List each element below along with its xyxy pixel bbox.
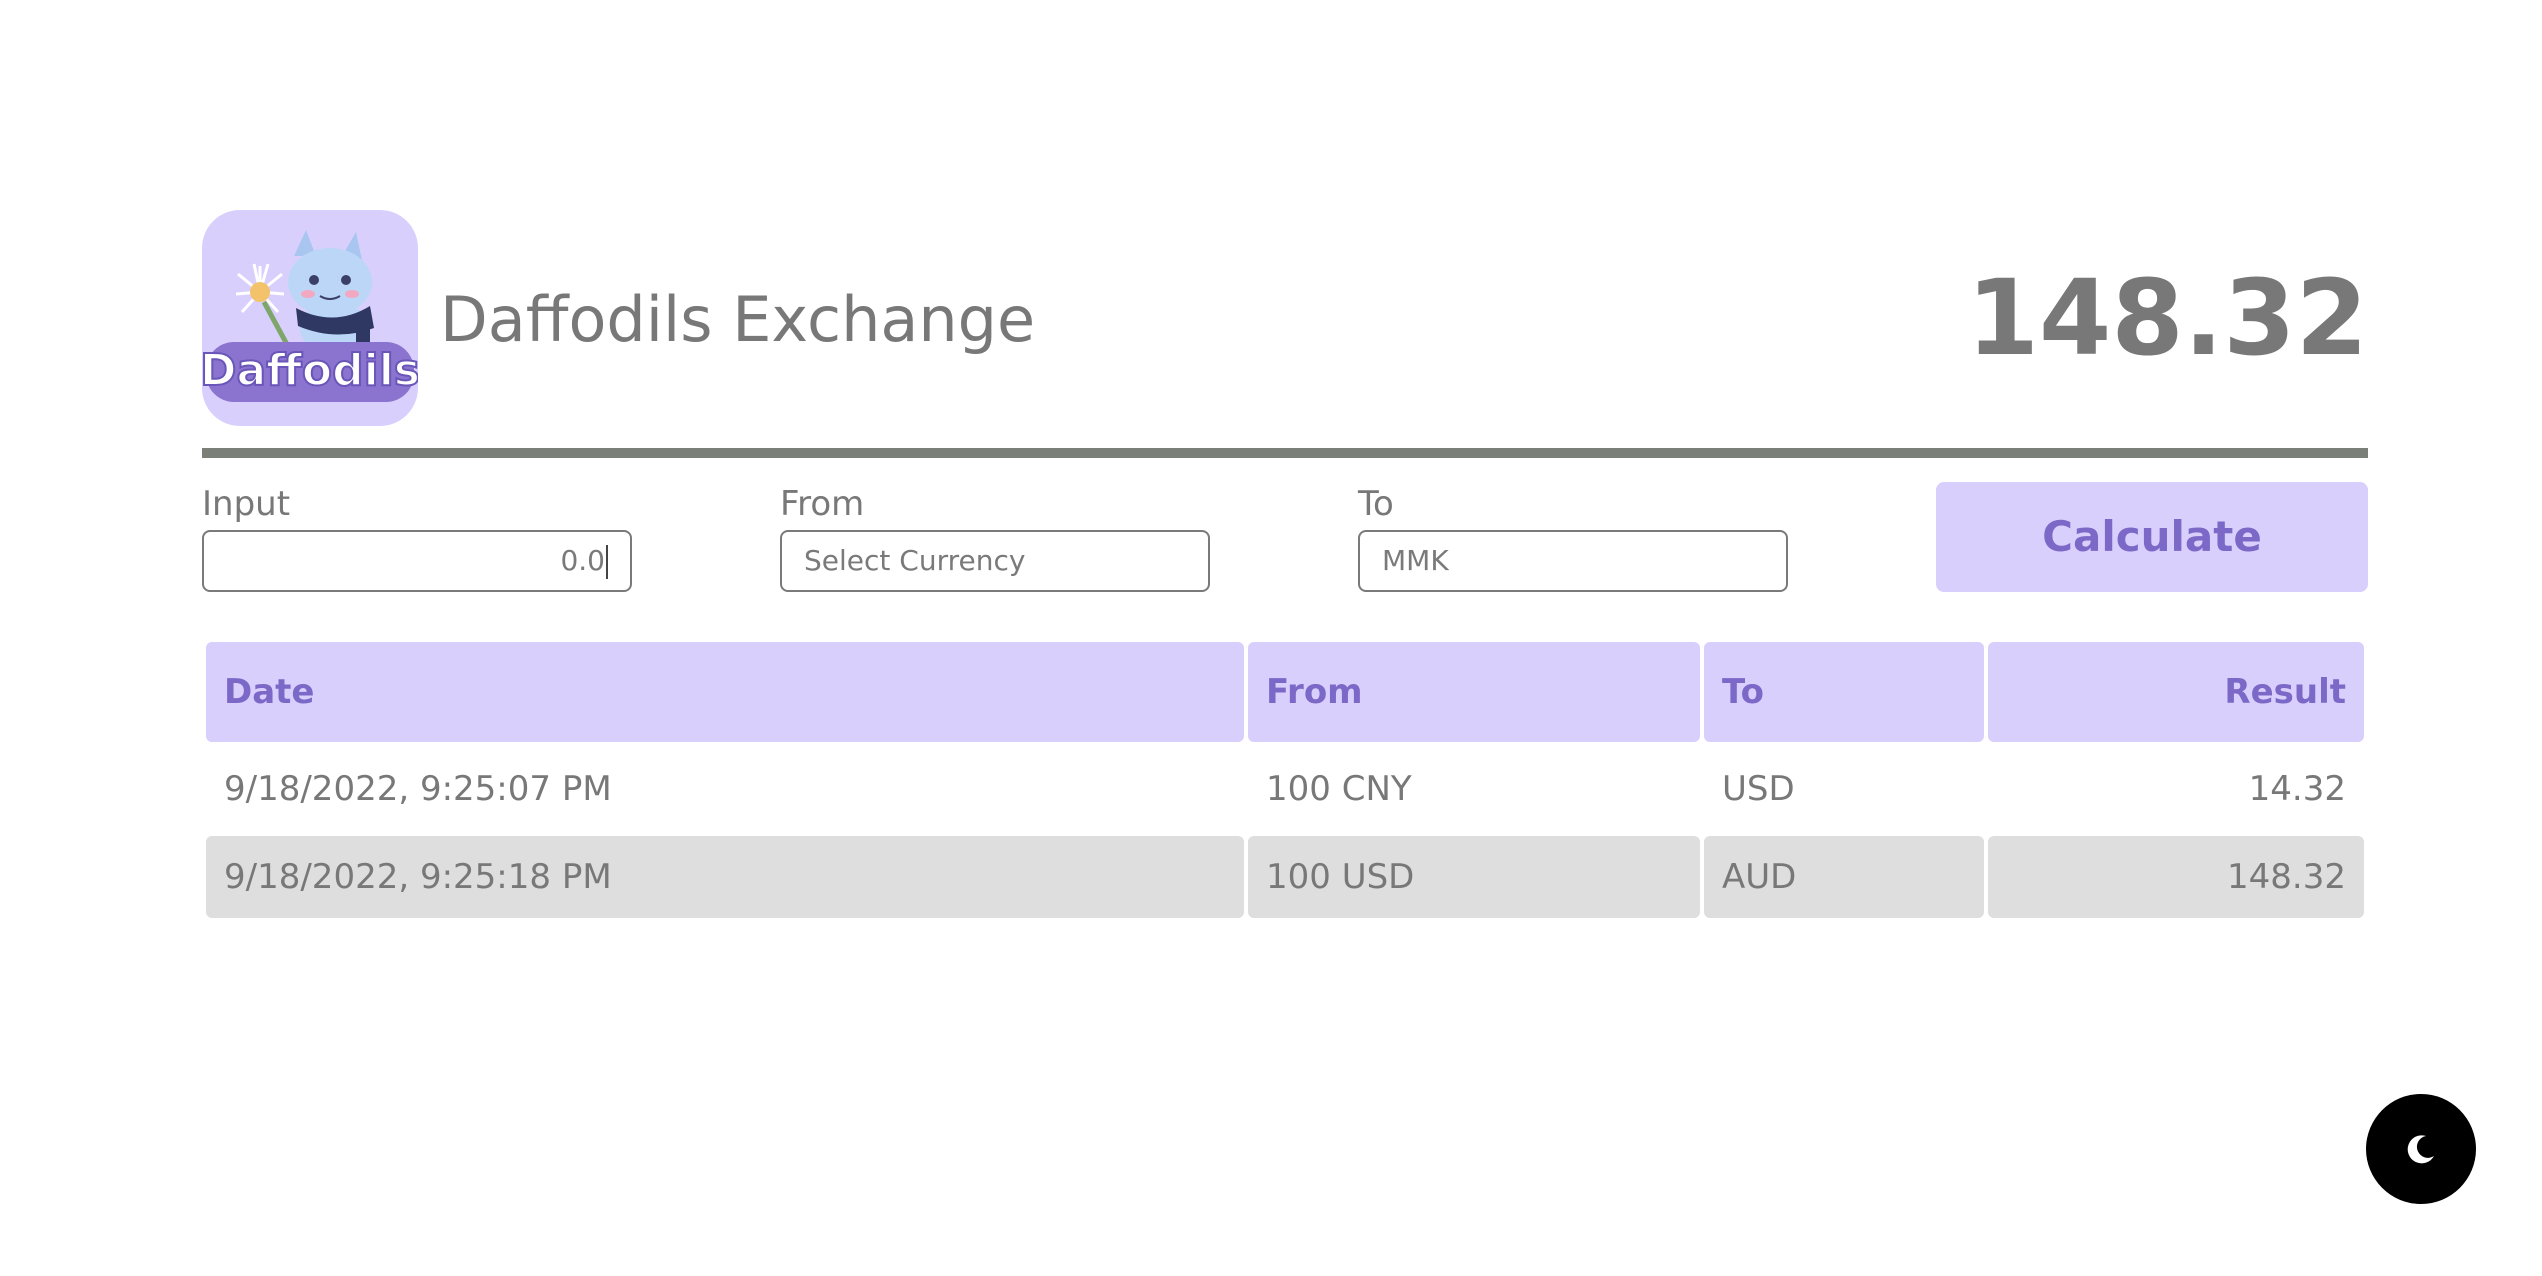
- calculate-button[interactable]: Calculate: [1936, 482, 2368, 592]
- header-date: Date: [206, 642, 1244, 742]
- input-label: Input: [202, 484, 291, 524]
- result-display: 148.32: [1966, 257, 2368, 379]
- header-from: From: [1248, 642, 1700, 742]
- moon-icon: [2407, 1135, 2434, 1164]
- amount-input[interactable]: 0.0: [202, 530, 632, 592]
- row-from: 100 CNY: [1266, 769, 1412, 809]
- to-label: To: [1358, 484, 1394, 524]
- table-row: 9/18/2022, 9:25:07 PM 100 CNY USD 14.32: [206, 748, 2366, 830]
- table-row: 9/18/2022, 9:25:18 PM 100 USD AUD 148.32: [206, 836, 2366, 918]
- logo-wordmark: Daffodils: [202, 345, 418, 396]
- to-currency-select[interactable]: MMK: [1358, 530, 1788, 592]
- text-caret: [606, 545, 608, 579]
- header-to: To: [1704, 642, 1984, 742]
- from-label: From: [780, 484, 865, 524]
- row-to: AUD: [1704, 836, 1984, 918]
- table-header-row: Date From To Result: [206, 642, 2366, 742]
- app-title: Daffodils Exchange: [440, 283, 1036, 356]
- row-result: 148.32: [1988, 836, 2364, 918]
- header-divider: [202, 448, 2368, 458]
- history-table: Date From To Result 9/18/2022, 9:25:07 P…: [206, 642, 2366, 924]
- row-date: 9/18/2022, 9:25:18 PM: [206, 836, 1244, 918]
- header: Daffodils Daffodils Exchange 148.32: [202, 210, 2368, 428]
- row-date: 9/18/2022, 9:25:07 PM: [224, 769, 612, 809]
- header-result: Result: [1988, 642, 2364, 742]
- theme-toggle-button[interactable]: [2366, 1094, 2476, 1204]
- daffodils-logo: Daffodils: [202, 210, 418, 426]
- row-to: USD: [1722, 769, 1795, 809]
- logo-illustration: Daffodils: [202, 230, 418, 402]
- amount-input-value: 0.0: [560, 544, 605, 577]
- row-from: 100 USD: [1248, 836, 1700, 918]
- from-currency-select[interactable]: Select Currency: [780, 530, 1210, 592]
- row-result: 14.32: [2248, 769, 2346, 809]
- app-container: Daffodils Daffodils Exchange 148.32 Inpu…: [202, 210, 2368, 918]
- cat-illustration: [288, 230, 374, 354]
